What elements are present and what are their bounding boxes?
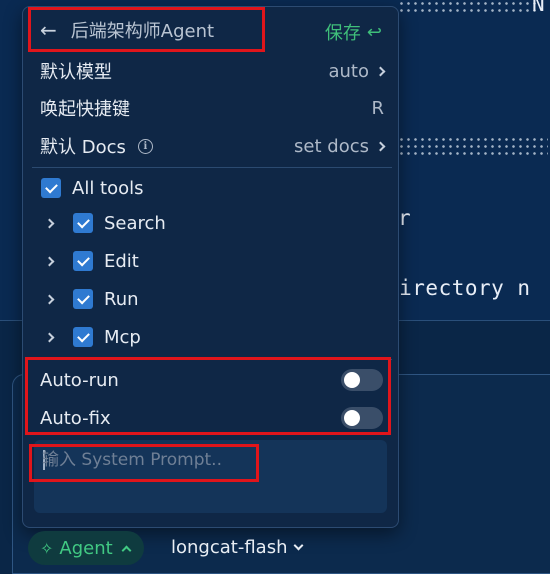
save-label: 保存	[324, 23, 361, 44]
model-label: longcat-flash	[171, 537, 288, 558]
divider	[32, 359, 392, 360]
setting-default-model[interactable]: 默认模型 auto	[23, 53, 400, 89]
tool-label: Mcp	[104, 326, 141, 348]
save-button[interactable]: 保存 ↩	[325, 19, 382, 45]
setting-shortcut[interactable]: 唤起快捷键 R	[23, 90, 400, 126]
panel-header: ← 后端架构师Agent	[40, 17, 214, 43]
terminal-line-directory: directory n	[386, 276, 531, 300]
agent-settings-panel: ← 后端架构师Agent 保存 ↩ 默认模型 auto 唤起快捷键 R 默认 D…	[22, 6, 399, 528]
setting-label: 默认 Docs	[40, 137, 126, 158]
tool-checkbox[interactable]	[73, 327, 93, 347]
auto-run-switch[interactable]	[341, 369, 383, 391]
setting-label-wrap: 默认 Docs i	[40, 133, 153, 159]
divider	[32, 167, 392, 168]
agent-mode-button[interactable]: ✧ Agent	[28, 531, 144, 565]
terminal-dots-mid	[398, 136, 548, 156]
back-arrow-icon[interactable]: ←	[40, 18, 57, 42]
system-prompt-input[interactable]	[42, 446, 372, 474]
chevron-right-icon[interactable]	[44, 294, 55, 304]
tool-checkbox[interactable]	[73, 251, 93, 271]
all-tools-checkbox[interactable]	[41, 178, 61, 198]
toggle-label: Auto-fix	[40, 407, 111, 429]
tool-checkbox[interactable]	[73, 213, 93, 233]
auto-fix-switch[interactable]	[341, 407, 383, 429]
chevron-right-icon	[375, 141, 386, 151]
tool-label: Search	[104, 212, 166, 234]
setting-value: auto	[328, 60, 369, 82]
chevron-right-icon	[375, 66, 386, 76]
setting-value: set docs	[294, 135, 369, 157]
setting-value: R	[371, 97, 384, 119]
toggle-auto-fix[interactable]: Auto-fix	[23, 400, 400, 436]
enter-key-icon: ↩	[366, 21, 382, 43]
all-tools-label: All tools	[72, 177, 144, 199]
model-select[interactable]: longcat-flash	[171, 537, 304, 558]
info-icon[interactable]: i	[137, 138, 153, 154]
agent-label: Agent	[59, 537, 113, 559]
chevron-right-icon[interactable]	[44, 332, 55, 342]
terminal-line-top: N	[532, 0, 546, 16]
chevron-right-icon[interactable]	[44, 256, 55, 266]
setting-label: 唤起快捷键	[40, 99, 130, 120]
shortcut-value[interactable]: R	[371, 98, 384, 119]
chevron-down-icon	[294, 540, 304, 550]
system-prompt-box[interactable]	[34, 440, 387, 513]
chevron-up-icon	[121, 545, 132, 555]
setting-value-dropdown[interactable]: set docs	[294, 135, 386, 157]
tool-checkbox[interactable]	[73, 289, 93, 309]
tool-item-mcp[interactable]: Mcp	[23, 319, 400, 355]
setting-label: 默认模型	[40, 62, 112, 83]
setting-value-dropdown[interactable]: auto	[328, 60, 386, 82]
tool-item-edit[interactable]: Edit	[23, 243, 400, 279]
tool-label: Edit	[104, 250, 139, 272]
setting-default-docs[interactable]: 默认 Docs i set docs	[23, 128, 400, 164]
sparkle-icon: ✧	[40, 538, 54, 558]
terminal-dots-top	[398, 0, 538, 12]
tool-label: Run	[104, 288, 139, 310]
chevron-right-icon[interactable]	[44, 218, 55, 228]
tool-item-run[interactable]: Run	[23, 281, 400, 317]
agent-name-title[interactable]: 后端架构师Agent	[71, 17, 214, 43]
tool-item-search[interactable]: Search	[23, 205, 400, 241]
toggle-auto-run[interactable]: Auto-run	[23, 362, 400, 398]
toggle-label: Auto-run	[40, 369, 119, 391]
all-tools-row[interactable]: All tools	[23, 170, 400, 206]
